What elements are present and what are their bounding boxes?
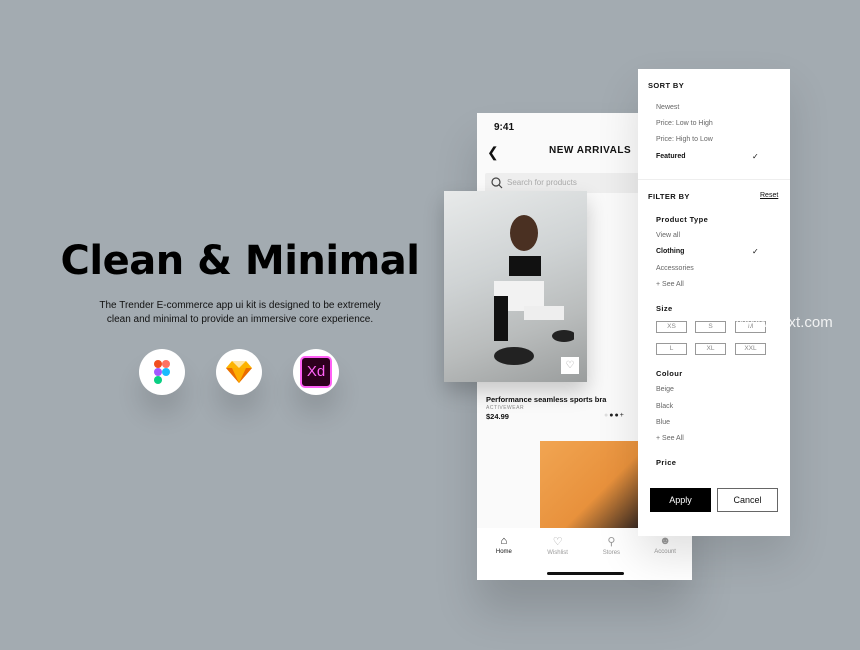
product-image[interactable]: ♡	[444, 191, 587, 382]
xd-logo-text: Xd	[300, 356, 332, 388]
see-all-link[interactable]: + See All	[656, 281, 684, 288]
pin-icon: ⚲	[607, 536, 616, 548]
product-price: $24.99	[486, 412, 509, 421]
figma-icon	[139, 349, 185, 395]
cancel-button[interactable]: Cancel	[717, 488, 778, 512]
sort-option[interactable]: Price: High to Low	[656, 136, 713, 143]
size-chip[interactable]: XXL	[735, 343, 766, 355]
size-chip[interactable]: XL	[695, 343, 726, 355]
status-time: 9:41	[494, 122, 515, 133]
check-icon: ✓	[752, 152, 759, 161]
home-indicator	[547, 572, 624, 575]
hero-title: Clean & Minimal	[60, 238, 420, 284]
hero-description: The Trender E-commerce app ui kit is des…	[99, 300, 381, 325]
sort-option[interactable]: Price: Low to High	[656, 120, 713, 127]
wishlist-heart-icon[interactable]: ♡	[561, 357, 579, 374]
colour-title: Colour	[656, 369, 683, 378]
filter-title: FILTER BY	[648, 192, 690, 201]
model-figure	[494, 215, 574, 365]
xd-icon: Xd	[293, 349, 339, 395]
filter-option[interactable]: Black	[656, 403, 673, 410]
sort-filter-panel: SORT BY Newest Price: Low to High Price:…	[638, 69, 790, 536]
back-icon[interactable]: ❮	[487, 144, 499, 161]
heart-icon: ♡	[552, 536, 563, 548]
size-chip[interactable]: L	[656, 343, 687, 355]
sort-title: SORT BY	[648, 81, 685, 90]
watermark: www.25xt.com	[736, 314, 833, 331]
size-title: Size	[656, 304, 673, 313]
nav-label: Home	[495, 549, 512, 555]
reset-link[interactable]: Reset	[760, 192, 778, 199]
product-name[interactable]: Performance seamless sports bra	[486, 395, 606, 404]
home-icon: ⌂	[500, 535, 508, 547]
nav-home[interactable]: ⌂ Home	[477, 528, 531, 580]
product-image-2[interactable]	[540, 441, 638, 528]
product-category: ACTIVEWEAR	[486, 405, 525, 411]
filter-option[interactable]: Beige	[656, 386, 674, 393]
nav-label: Stores	[602, 550, 621, 556]
size-chip[interactable]: S	[695, 321, 726, 333]
see-all-link[interactable]: + See All	[656, 435, 684, 442]
size-chip[interactable]: XS	[656, 321, 687, 333]
sort-option[interactable]: Newest	[656, 104, 679, 111]
filter-option-selected[interactable]: Clothing	[656, 248, 684, 255]
sort-option-selected[interactable]: Featured	[656, 153, 686, 160]
check-icon: ✓	[752, 247, 759, 256]
nav-label: Wishlist	[547, 550, 568, 556]
page-title: NEW ARRIVALS	[549, 145, 632, 156]
price-title: Price	[656, 458, 677, 467]
nav-label: Account	[654, 549, 676, 555]
search-placeholder: Search for products	[507, 178, 577, 187]
filter-option[interactable]: Accessories	[656, 265, 694, 272]
divider	[638, 179, 790, 180]
product-type-title: Product Type	[656, 215, 709, 224]
filter-option[interactable]: View all	[656, 232, 680, 239]
search-icon	[491, 177, 503, 189]
sketch-icon	[216, 349, 262, 395]
apply-button[interactable]: Apply	[650, 488, 711, 512]
colour-swatches[interactable]: ●●●+	[604, 412, 625, 419]
user-icon: ☻	[659, 535, 671, 547]
filter-option[interactable]: Blue	[656, 419, 670, 426]
